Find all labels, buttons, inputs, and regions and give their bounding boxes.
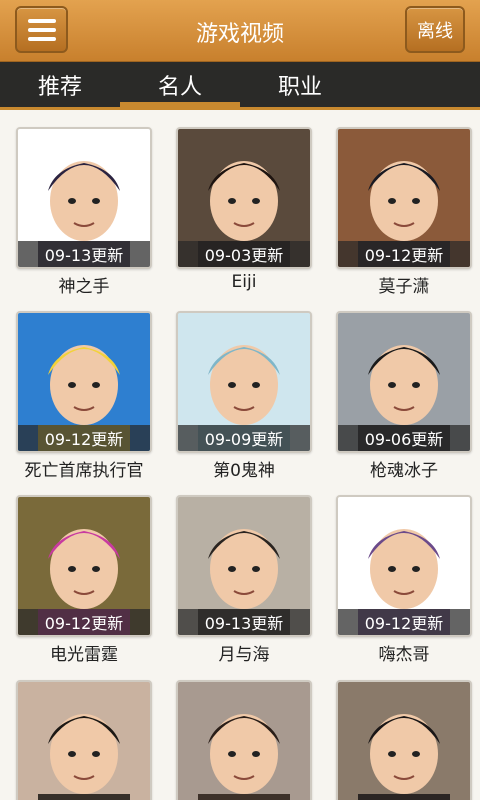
update-date-badge: 09-13更新 xyxy=(18,241,150,267)
update-date-badge: 09-12更新 xyxy=(18,425,150,451)
card-name: 莫子潇 xyxy=(378,277,430,297)
card-name: 神之手 xyxy=(58,277,110,297)
avatar[interactable] xyxy=(176,680,312,800)
avatar[interactable]: 09-12更新 xyxy=(16,311,152,453)
video-card[interactable]: 09-06更新枪魂冰子 xyxy=(336,311,472,481)
card-name: 死亡首席执行官 xyxy=(24,461,144,481)
avatar[interactable]: 09-09更新 xyxy=(176,311,312,453)
card-name: 第0鬼神 xyxy=(213,461,275,481)
video-card[interactable]: 09-12更新嗨杰哥 xyxy=(336,495,472,665)
menu-icon-bar xyxy=(27,36,56,41)
update-date-badge: 09-09更新 xyxy=(178,425,310,451)
avatar[interactable] xyxy=(336,680,472,800)
card-name: 枪魂冰子 xyxy=(370,461,438,481)
avatar[interactable]: 09-03更新 xyxy=(176,127,312,269)
card-name: 嗨杰哥 xyxy=(378,645,430,665)
video-card[interactable]: 09-09更新第0鬼神 xyxy=(176,311,312,481)
tab-bar: 推荐 名人 职业 xyxy=(0,62,480,110)
active-tab-indicator xyxy=(120,102,240,107)
avatar[interactable]: 09-12更新 xyxy=(336,127,472,269)
avatar[interactable]: 09-12更新 xyxy=(16,495,152,637)
tab-recommend[interactable]: 推荐 xyxy=(0,62,120,107)
avatar[interactable]: 09-12更新 xyxy=(336,495,472,637)
video-card[interactable]: 09-12更新死亡首席执行官 xyxy=(16,311,152,481)
avatar[interactable]: 09-13更新 xyxy=(16,127,152,269)
card-name: 电光雷霆 xyxy=(50,645,118,665)
video-card[interactable]: 09-12更新电光雷霆 xyxy=(16,495,152,665)
update-date-badge: 09-12更新 xyxy=(338,241,470,267)
video-card[interactable] xyxy=(16,680,152,800)
video-card[interactable] xyxy=(336,680,472,800)
app-header: 游戏视频 离线 xyxy=(0,0,480,62)
avatar[interactable]: 09-13更新 xyxy=(176,495,312,637)
menu-button[interactable] xyxy=(15,6,68,53)
page-title: 游戏视频 xyxy=(195,22,284,47)
tab-professional[interactable]: 职业 xyxy=(240,62,360,107)
video-grid: 09-13更新 神之手 09-03更新 Eiji 09-12更新 莫子潇 09-12更新 死亡… xyxy=(0,113,480,800)
video-card[interactable]: 09-13更新月与海 xyxy=(176,495,312,665)
update-date-badge: 09-13更新 xyxy=(178,609,310,635)
avatar[interactable] xyxy=(16,680,152,800)
update-date-badge: 09-12更新 xyxy=(18,609,150,635)
video-card[interactable]: 09-13更新神之手 xyxy=(16,127,152,297)
menu-icon xyxy=(27,18,56,23)
update-date-badge: 09-06更新 xyxy=(338,425,470,451)
video-card[interactable]: 09-12更新莫子潇 xyxy=(336,127,472,297)
card-name: 月与海 xyxy=(218,645,270,665)
video-card[interactable]: 09-03更新 Eiji xyxy=(176,127,312,292)
video-card[interactable] xyxy=(176,680,312,800)
card-name: Eiji xyxy=(231,272,257,292)
update-date-badge: 09-12更新 xyxy=(338,609,470,635)
menu-icon-bar xyxy=(27,27,56,32)
avatar[interactable]: 09-06更新 xyxy=(336,311,472,453)
update-date-badge: 09-03更新 xyxy=(178,241,310,267)
tab-celebrity[interactable]: 名人 xyxy=(120,62,240,107)
offline-button[interactable]: 离线 xyxy=(405,6,465,53)
